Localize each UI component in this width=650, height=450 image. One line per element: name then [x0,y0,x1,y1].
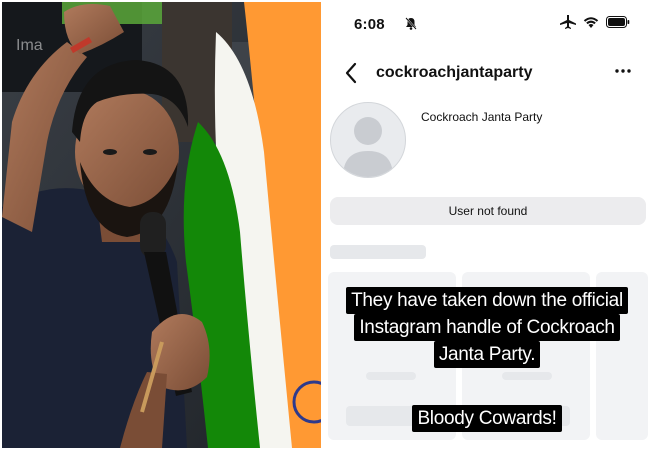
skeleton-line [502,372,552,380]
instagram-screenshot: 6:08 cockroachjantaparty Cockroach Janta… [326,2,648,448]
airplane-icon [560,15,576,29]
caption-line: They have taken down the official [346,287,628,314]
back-chevron-icon[interactable] [340,60,364,86]
profile-display-name: Cockroach Janta Party [421,110,543,124]
skeleton-line [330,245,426,259]
status-time: 6:08 [354,16,385,33]
more-options-icon[interactable] [612,64,634,78]
user-not-found-banner: User not found [330,197,646,225]
caption-line: Bloody Cowards! [412,405,562,432]
bell-off-icon [405,17,417,30]
protest-photo: Ima [2,2,321,448]
skeleton-line [366,372,416,380]
caption-line: Instagram handle of Cockroach [354,314,620,341]
profile-username: cockroachjantaparty [376,64,533,81]
story-caption-secondary: Bloody Cowards! [326,405,648,432]
svg-text:Ima: Ima [16,37,43,54]
avatar-placeholder [330,102,406,178]
caption-line: Janta Party. [433,341,541,368]
wifi-icon [583,17,599,28]
default-avatar-icon [343,117,393,177]
battery-icon [606,16,630,28]
story-caption: They have taken down the official Instag… [326,287,648,368]
